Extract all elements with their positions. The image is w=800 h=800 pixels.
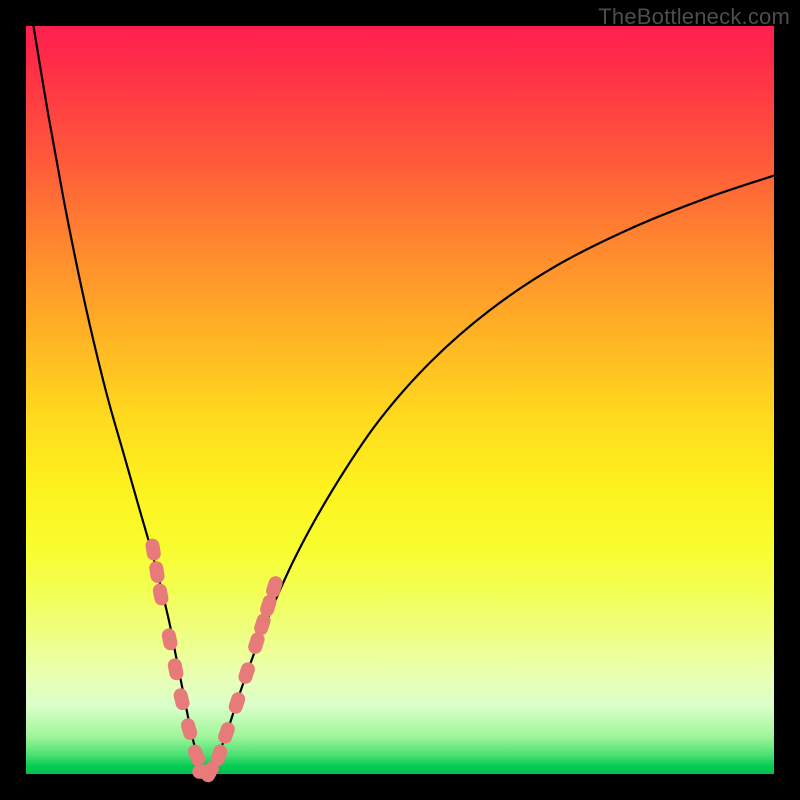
curve-marker xyxy=(186,742,207,768)
chart-overlay xyxy=(0,0,800,800)
curve-marker xyxy=(152,582,170,606)
curve-layer xyxy=(33,26,774,776)
bottleneck-curve xyxy=(33,26,774,776)
curve-marker xyxy=(172,687,191,712)
chart-frame: TheBottleneck.com xyxy=(0,0,800,800)
curve-marker xyxy=(179,717,199,742)
curve-marker xyxy=(144,538,161,562)
marker-layer xyxy=(144,538,284,785)
curve-marker xyxy=(216,720,236,745)
curve-marker xyxy=(237,660,257,685)
curve-marker xyxy=(148,560,165,584)
curve-marker xyxy=(161,627,179,651)
curve-marker xyxy=(167,657,185,681)
curve-marker xyxy=(227,690,247,715)
